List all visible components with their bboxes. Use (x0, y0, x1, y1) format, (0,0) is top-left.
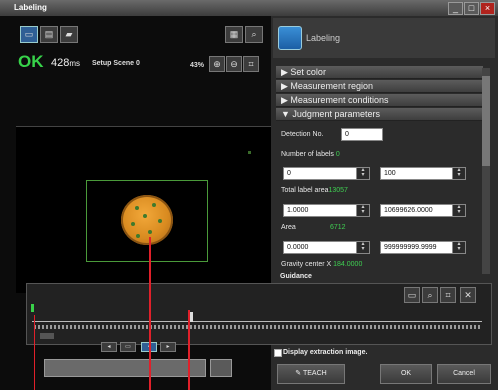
grid-icon[interactable]: ▦ (225, 26, 243, 43)
total-area-label: Total label area13057 (281, 187, 348, 194)
fit-screen-icon[interactable]: ⌗ (243, 56, 259, 72)
inspected-object (121, 195, 173, 245)
guidance-copy-icon[interactable]: ▭ (404, 287, 420, 303)
total-area-min-stepper[interactable]: ▴ ▾ (356, 204, 370, 217)
guidance-title: Guidance (280, 273, 312, 280)
nav-prev-icon[interactable]: ◂ (101, 342, 117, 352)
ok-button[interactable]: OK (380, 364, 432, 384)
gravity-center-label: Gravity center X 184.0000 (281, 261, 362, 268)
labeling-icon (278, 26, 302, 50)
guidance-scroll-thumb[interactable] (40, 333, 54, 339)
nav-image-icon[interactable]: ▭ (120, 342, 136, 352)
zoom-in-icon[interactable]: ⊕ (209, 56, 225, 72)
time-value: 428 (51, 57, 70, 69)
section-judgment-parameters[interactable]: ▼ Judgment parameters (276, 108, 483, 121)
section-label: Measurement region (290, 81, 373, 91)
window-title: Labeling (14, 3, 47, 12)
threshold-scale (34, 325, 480, 329)
cancel-button[interactable]: Cancel (437, 364, 491, 384)
image-file-field[interactable] (44, 359, 206, 377)
display-extraction-label: Display extraction image. (283, 349, 368, 356)
panel-title: Labeling (306, 33, 341, 43)
title-bar: Labeling _ □ × (0, 0, 498, 16)
total-area-text: Total label area (281, 187, 329, 194)
area-label: Area (281, 224, 296, 231)
zoom-fit-icon[interactable]: ⌕ (245, 26, 263, 43)
teach-label: TEACH (302, 370, 327, 377)
area-min-field[interactable]: 0.0000 (283, 241, 358, 254)
processing-time: 428ms (51, 57, 80, 69)
label-blob (136, 234, 140, 238)
image-list-icon[interactable]: ▤ (40, 26, 58, 43)
threshold-track (32, 321, 482, 322)
total-area-max-field[interactable]: 10699626.0000 (380, 204, 453, 217)
reference-line (34, 315, 35, 390)
browse-button[interactable] (210, 359, 232, 377)
zoom-level: 43% (190, 62, 205, 69)
section-set-color[interactable]: ▶ Set color (276, 66, 483, 79)
display-extraction-checkbox[interactable] (274, 349, 282, 357)
maximize-button[interactable]: □ (464, 2, 479, 15)
teach-button[interactable]: ✎ TEACH (277, 364, 345, 384)
minimize-button[interactable]: _ (448, 2, 463, 15)
nav-next-icon[interactable]: ▸ (160, 342, 176, 352)
gravity-center-text: Gravity center X (281, 261, 332, 268)
label-blob (152, 203, 156, 207)
guidance-zoom-icon[interactable]: ⌕ (422, 287, 438, 303)
teach-icon: ✎ (295, 370, 303, 377)
folder-icon[interactable]: ▰ (60, 26, 78, 43)
section-label: Measurement conditions (290, 95, 389, 105)
reference-line (149, 237, 151, 390)
number-of-labels-label: Number of labels 0 (281, 151, 340, 158)
area-value: 6712 (330, 224, 346, 231)
time-unit: ms (69, 59, 81, 68)
cursor-marker (248, 151, 251, 154)
label-blob (148, 230, 152, 234)
panel-scrollbar-thumb[interactable] (482, 76, 490, 166)
zoom-out-icon[interactable]: ⊖ (226, 56, 242, 72)
range-marker (31, 304, 34, 312)
guidance-close-icon[interactable]: ✕ (460, 287, 476, 303)
label-blob (135, 206, 139, 210)
area-min-stepper[interactable]: ▴ ▾ (356, 241, 370, 254)
number-of-labels-value: 0 (335, 151, 340, 158)
threshold-slider[interactable] (190, 312, 193, 322)
detection-no-field[interactable]: 0 (341, 128, 383, 141)
gravity-center-value: 184.0000 (333, 261, 363, 268)
detection-no-label: Detection No. (281, 131, 324, 138)
section-label: Judgment parameters (292, 109, 380, 119)
labels-max-stepper[interactable]: ▴ ▾ (452, 167, 466, 180)
reference-line (188, 310, 190, 390)
label-blob (131, 222, 135, 226)
labels-min-field[interactable]: 0 (283, 167, 358, 180)
section-label: Set color (290, 67, 326, 77)
area-max-field[interactable]: 999999999.9999 (380, 241, 453, 254)
labels-max-field[interactable]: 100 (380, 167, 453, 180)
number-of-labels-text: Number of labels (281, 151, 334, 158)
labels-min-stepper[interactable]: ▴ ▾ (356, 167, 370, 180)
close-button[interactable]: × (480, 2, 495, 15)
section-measurement-conditions[interactable]: ▶ Measurement conditions (276, 94, 483, 107)
judgment-status: OK (18, 52, 44, 71)
total-area-value: 13057 (328, 187, 348, 194)
area-max-stepper[interactable]: ▴ ▾ (452, 241, 466, 254)
scene-label: Setup Scene 0 (92, 60, 140, 67)
guidance-fit-icon[interactable]: ⌗ (440, 287, 456, 303)
section-measurement-region[interactable]: ▶ Measurement region (276, 80, 483, 93)
total-area-min-field[interactable]: 1.0000 (283, 204, 358, 217)
label-blob (143, 214, 147, 218)
label-blob (158, 219, 162, 223)
monitor-icon[interactable]: ▭ (20, 26, 38, 43)
total-area-max-stepper[interactable]: ▴ ▾ (452, 204, 466, 217)
